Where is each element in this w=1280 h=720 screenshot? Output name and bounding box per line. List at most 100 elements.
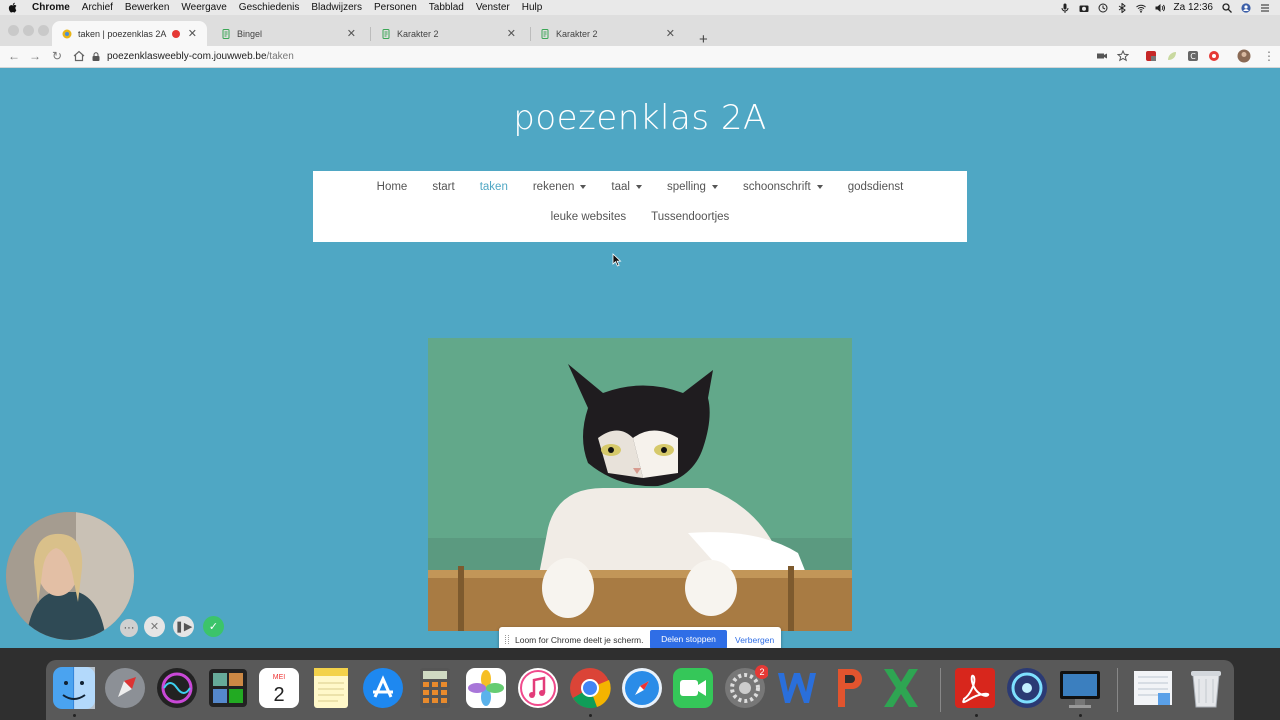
notification-center-icon[interactable] bbox=[1260, 3, 1270, 13]
powerpoint-icon[interactable] bbox=[826, 665, 872, 711]
loom-cancel-icon[interactable]: ✕ bbox=[144, 616, 165, 637]
menu-geschiedenis[interactable]: Geschiedenis bbox=[239, 2, 300, 13]
chrome-menu-icon[interactable]: ⋮ bbox=[1262, 49, 1276, 63]
nav-leuke-websites[interactable]: leuke websites bbox=[551, 211, 626, 223]
calculator-icon[interactable] bbox=[412, 665, 458, 711]
menu-app-name[interactable]: Chrome bbox=[32, 2, 70, 13]
photos-icon[interactable] bbox=[463, 665, 509, 711]
loom-extension-icon[interactable] bbox=[1208, 50, 1220, 62]
itunes-icon[interactable] bbox=[515, 665, 561, 711]
finder-icon[interactable] bbox=[51, 665, 97, 711]
nav-godsdienst[interactable]: godsdienst bbox=[848, 181, 904, 193]
url-path: /taken bbox=[266, 50, 294, 62]
bookmark-star-icon[interactable] bbox=[1117, 50, 1129, 62]
extension-c-icon[interactable]: C bbox=[1187, 50, 1199, 62]
calendar-icon[interactable]: MEI 2 bbox=[256, 665, 302, 711]
screenflow-icon[interactable] bbox=[1057, 665, 1103, 711]
menu-bladwijzers[interactable]: Bladwijzers bbox=[311, 2, 362, 13]
notes-icon[interactable] bbox=[308, 665, 354, 711]
new-tab-plus-icon[interactable]: + bbox=[699, 32, 708, 47]
calendar-month: MEI bbox=[273, 674, 286, 681]
tab-title: Karakter 2 bbox=[397, 28, 439, 39]
nav-taal[interactable]: taal bbox=[611, 181, 642, 193]
window-zoom-button[interactable] bbox=[38, 25, 49, 36]
back-arrow-icon[interactable]: ← bbox=[7, 49, 21, 63]
acrobat-icon[interactable] bbox=[952, 665, 998, 711]
menu-archief[interactable]: Archief bbox=[82, 2, 113, 13]
app-store-icon[interactable] bbox=[360, 665, 406, 711]
mouse-cursor-icon bbox=[612, 253, 622, 267]
nav-home[interactable]: Home bbox=[377, 181, 408, 193]
wifi-icon[interactable] bbox=[1135, 3, 1146, 13]
extension-shield-icon[interactable] bbox=[1145, 50, 1157, 62]
webpage-content: poezenklas 2A Home start taken rekenen t… bbox=[0, 68, 1280, 648]
browser-toolbar: ← → ↻ poezenklasweebly-com.jouwweb.be/ta… bbox=[0, 46, 1280, 68]
photo-booth-icon[interactable] bbox=[205, 665, 251, 711]
microphone-icon[interactable] bbox=[1060, 3, 1070, 13]
document-favicon-icon bbox=[541, 28, 549, 39]
site-title[interactable]: poezenklas 2A bbox=[0, 98, 1280, 138]
hide-bar-button[interactable]: Verbergen bbox=[735, 635, 774, 645]
user-account-icon[interactable] bbox=[1241, 2, 1251, 13]
chrome-icon[interactable] bbox=[567, 665, 613, 711]
apple-menu-icon[interactable] bbox=[8, 2, 18, 13]
menu-bewerken[interactable]: Bewerken bbox=[125, 2, 169, 13]
loom-more-options-icon[interactable]: ··· bbox=[120, 619, 138, 637]
spotlight-search-icon[interactable] bbox=[1222, 2, 1232, 13]
safari-icon[interactable] bbox=[619, 665, 665, 711]
tab-bingel[interactable]: Bingel ✕ bbox=[211, 21, 366, 46]
address-bar[interactable]: poezenklasweebly-com.jouwweb.be/taken bbox=[92, 47, 1132, 65]
home-icon[interactable] bbox=[72, 49, 86, 63]
extension-leaf-icon[interactable] bbox=[1166, 50, 1178, 62]
downloads-icon[interactable] bbox=[1130, 665, 1176, 711]
nav-schoonschrift[interactable]: schoonschrift bbox=[743, 181, 823, 193]
tab-taken[interactable]: taken | poezenklas 2A ✕ bbox=[52, 21, 207, 46]
menu-personen[interactable]: Personen bbox=[374, 2, 417, 13]
system-preferences-icon[interactable]: 2 bbox=[722, 665, 768, 711]
word-icon[interactable] bbox=[774, 665, 820, 711]
loom-pause-icon[interactable]: ❚▶ bbox=[173, 616, 194, 637]
loom-finish-check-icon[interactable]: ✓ bbox=[203, 616, 224, 637]
siri-icon[interactable] bbox=[154, 665, 200, 711]
tab-karakter-2-second[interactable]: Karakter 2 ✕ bbox=[530, 21, 685, 46]
trash-icon[interactable] bbox=[1183, 665, 1229, 711]
volume-icon[interactable] bbox=[1155, 3, 1165, 13]
tab-karakter-2[interactable]: Karakter 2 ✕ bbox=[371, 21, 526, 46]
profile-avatar[interactable] bbox=[1237, 49, 1251, 63]
running-indicator bbox=[975, 714, 978, 717]
nav-start[interactable]: start bbox=[432, 181, 454, 193]
nav-rekenen[interactable]: rekenen bbox=[533, 181, 587, 193]
facetime-icon[interactable] bbox=[670, 665, 716, 711]
tab-close-icon[interactable]: ✕ bbox=[666, 27, 675, 40]
nav-row: leuke websites Tussendoortjes bbox=[313, 211, 967, 223]
loom-sharing-message: Loom for Chrome deelt je scherm. bbox=[515, 635, 644, 645]
tab-close-icon[interactable]: ✕ bbox=[188, 27, 197, 40]
excel-icon[interactable] bbox=[878, 665, 924, 711]
bluetooth-icon[interactable] bbox=[1117, 2, 1127, 13]
menubar-clock[interactable]: Za 12:36 bbox=[1174, 2, 1213, 13]
tab-close-icon[interactable]: ✕ bbox=[347, 27, 356, 40]
svg-text:C: C bbox=[1190, 52, 1196, 61]
loom-webcam-bubble[interactable] bbox=[6, 512, 134, 640]
running-indicator bbox=[73, 714, 76, 717]
menu-weergave[interactable]: Weergave bbox=[181, 2, 226, 13]
tab-close-icon[interactable]: ✕ bbox=[507, 27, 516, 40]
camera-permission-icon[interactable] bbox=[1096, 50, 1108, 62]
drag-handle-icon[interactable] bbox=[505, 635, 509, 644]
menu-tabblad[interactable]: Tabblad bbox=[429, 2, 464, 13]
window-minimize-button[interactable] bbox=[23, 25, 34, 36]
nav-spelling[interactable]: spelling bbox=[667, 181, 718, 193]
nav-taken[interactable]: taken bbox=[480, 181, 508, 193]
music-app-icon[interactable] bbox=[1004, 665, 1050, 711]
camera-icon[interactable] bbox=[1079, 3, 1089, 13]
window-close-button[interactable] bbox=[8, 25, 19, 36]
forward-arrow-icon[interactable]: → bbox=[28, 49, 42, 63]
menu-venster[interactable]: Venster bbox=[476, 2, 510, 13]
launchpad-icon[interactable] bbox=[102, 665, 148, 711]
chevron-down-icon bbox=[816, 185, 823, 189]
reload-icon[interactable]: ↻ bbox=[50, 49, 64, 63]
time-machine-icon[interactable] bbox=[1098, 3, 1108, 13]
menu-hulp[interactable]: Hulp bbox=[522, 2, 543, 13]
nav-tussendoortjes[interactable]: Tussendoortjes bbox=[651, 211, 729, 223]
stop-sharing-button[interactable]: Delen stoppen bbox=[650, 630, 727, 649]
